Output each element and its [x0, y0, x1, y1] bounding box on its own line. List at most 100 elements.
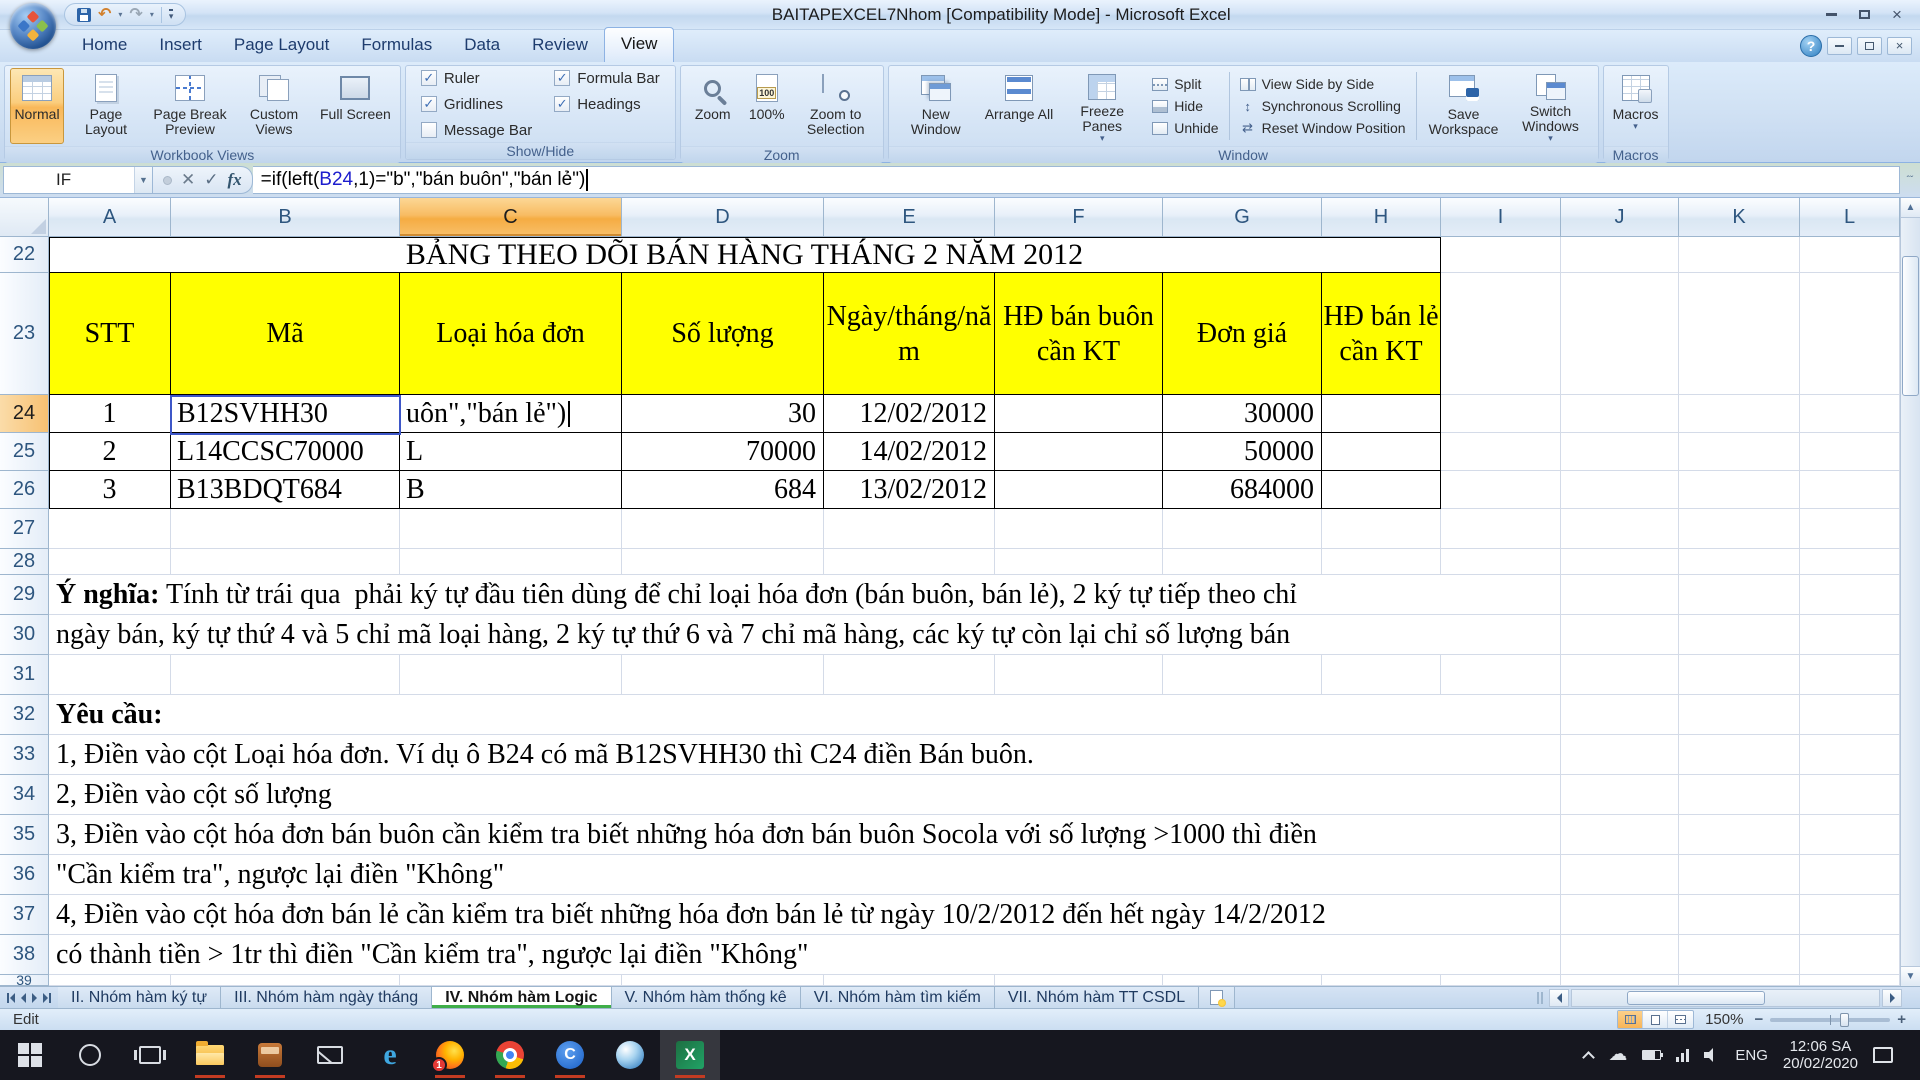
scrollbar-thumb[interactable]	[1627, 991, 1765, 1005]
cell[interactable]	[49, 509, 171, 549]
cell[interactable]	[1800, 735, 1900, 775]
cell[interactable]	[1561, 815, 1679, 855]
cell-header-loai[interactable]: Loại hóa đơn	[400, 273, 622, 395]
cell[interactable]	[1800, 509, 1900, 549]
cell-a25[interactable]: 2	[49, 433, 171, 471]
cell[interactable]	[1441, 655, 1561, 695]
select-all-corner[interactable]	[0, 198, 49, 237]
minimize-button[interactable]	[1816, 5, 1846, 25]
scrollbar-track[interactable]	[1901, 218, 1920, 966]
sheet-tab-ngay-thang[interactable]: III. Nhóm hàm ngày tháng	[221, 987, 432, 1008]
cell[interactable]	[1441, 273, 1561, 395]
cell[interactable]	[1679, 695, 1800, 735]
column-header-c[interactable]: C	[400, 198, 622, 237]
vertical-scrollbar[interactable]: ▲ ▼	[1900, 198, 1920, 986]
cell[interactable]	[1800, 273, 1900, 395]
cell[interactable]	[1163, 975, 1322, 986]
cell[interactable]	[1561, 975, 1679, 986]
insert-worksheet-tab[interactable]	[1199, 987, 1235, 1008]
tab-data[interactable]: Data	[448, 29, 516, 62]
cell[interactable]	[1800, 549, 1900, 575]
cell-e26[interactable]: 13/02/2012	[824, 471, 995, 509]
cell[interactable]	[1441, 895, 1561, 935]
cell[interactable]	[824, 509, 995, 549]
cell[interactable]	[1561, 433, 1679, 471]
cell-note-33[interactable]: 1, Điền vào cột Loại hóa đơn. Ví dụ ô B2…	[49, 735, 1441, 775]
cell[interactable]	[1679, 237, 1800, 273]
scrollbar-track[interactable]	[1571, 989, 1880, 1007]
cell[interactable]	[400, 549, 622, 575]
onedrive-cloud-icon[interactable]: ☁	[1608, 1046, 1627, 1064]
cell-d25[interactable]: 70000	[622, 433, 824, 471]
row-header-22[interactable]: 22	[0, 237, 49, 273]
cell[interactable]	[1441, 695, 1561, 735]
cell-d24[interactable]: 30	[622, 395, 824, 433]
cell-note-38[interactable]: có thành tiền > 1tr thì điền "Cần kiểm t…	[49, 935, 1441, 975]
cell[interactable]	[1441, 237, 1561, 273]
cell-a26[interactable]: 3	[49, 471, 171, 509]
column-header-g[interactable]: G	[1163, 198, 1322, 237]
cell[interactable]	[622, 509, 824, 549]
cell[interactable]	[1800, 575, 1900, 615]
page-layout-view-button[interactable]: Page Layout	[64, 68, 148, 144]
hide-button[interactable]: Hide	[1152, 98, 1218, 114]
cell[interactable]	[1163, 655, 1322, 695]
clock[interactable]: 12:06 SA 20/02/2020	[1783, 1038, 1858, 1072]
row-header-27[interactable]: 27	[0, 509, 49, 549]
cell[interactable]	[1800, 935, 1900, 975]
cell[interactable]	[1561, 655, 1679, 695]
cell[interactable]	[1561, 471, 1679, 509]
checkbox-headings[interactable]: ✓ Headings	[554, 96, 660, 113]
column-header-e[interactable]: E	[824, 198, 995, 237]
row-header-35[interactable]: 35	[0, 815, 49, 855]
cell[interactable]	[400, 655, 622, 695]
cell[interactable]	[1561, 395, 1679, 433]
cell[interactable]	[1679, 471, 1800, 509]
split-button[interactable]: Split	[1152, 76, 1218, 92]
scroll-right-icon[interactable]	[1882, 989, 1902, 1007]
cell-g24[interactable]: 30000	[1163, 395, 1322, 433]
cell-note-30[interactable]: ngày bán, ký tự thứ 4 và 5 chỉ mã loại h…	[49, 615, 1441, 655]
cell-c26[interactable]: B	[400, 471, 622, 509]
scroll-left-icon[interactable]	[1549, 989, 1569, 1007]
cell[interactable]	[1441, 433, 1561, 471]
row-header-34[interactable]: 34	[0, 775, 49, 815]
cell-header-ngay[interactable]: Ngày/tháng/năm	[824, 273, 995, 395]
name-box[interactable]: IF ▼	[3, 166, 153, 194]
mail-button[interactable]	[300, 1030, 360, 1080]
row-header-37[interactable]: 37	[0, 895, 49, 935]
cell-e25[interactable]: 14/02/2012	[824, 433, 995, 471]
cell[interactable]	[1679, 273, 1800, 395]
cell[interactable]	[1561, 935, 1679, 975]
network-icon[interactable]	[1676, 1049, 1689, 1062]
column-header-i[interactable]: I	[1441, 198, 1561, 237]
cell[interactable]	[824, 549, 995, 575]
speaker-icon[interactable]	[1704, 1048, 1720, 1062]
redo-icon[interactable]: ↷	[129, 8, 142, 22]
cell-f26[interactable]	[995, 471, 1163, 509]
cell-f25[interactable]	[995, 433, 1163, 471]
cell[interactable]	[1441, 775, 1561, 815]
cell[interactable]	[400, 975, 622, 986]
app-box-button[interactable]	[240, 1030, 300, 1080]
edge-button[interactable]: e	[360, 1030, 420, 1080]
page-break-preview-button[interactable]: Page Break Preview	[148, 68, 232, 144]
new-window-button[interactable]: New Window	[894, 68, 978, 144]
cell[interactable]	[1679, 549, 1800, 575]
cell[interactable]	[49, 655, 171, 695]
cell-title[interactable]: BẢNG THEO DÕI BÁN HÀNG THÁNG 2 NĂM 2012	[49, 237, 1441, 273]
tab-split-handle[interactable]	[1537, 992, 1543, 1004]
cell[interactable]	[1322, 509, 1441, 549]
cell[interactable]	[1800, 433, 1900, 471]
cell[interactable]	[1441, 395, 1561, 433]
column-header-b[interactable]: B	[171, 198, 400, 237]
cell[interactable]	[1800, 815, 1900, 855]
cell-note-37[interactable]: 4, Điền vào cột hóa đơn bán lẻ cần kiểm …	[49, 895, 1441, 935]
row-header-26[interactable]: 26	[0, 471, 49, 509]
row-header-33[interactable]: 33	[0, 735, 49, 775]
cell[interactable]	[622, 655, 824, 695]
cell[interactable]	[171, 655, 400, 695]
cell-header-hdbl[interactable]: HĐ bán lẻ cần KT	[1322, 273, 1441, 395]
page-break-shortcut[interactable]	[1668, 1011, 1693, 1028]
zoom-button[interactable]: Zoom	[686, 68, 740, 144]
